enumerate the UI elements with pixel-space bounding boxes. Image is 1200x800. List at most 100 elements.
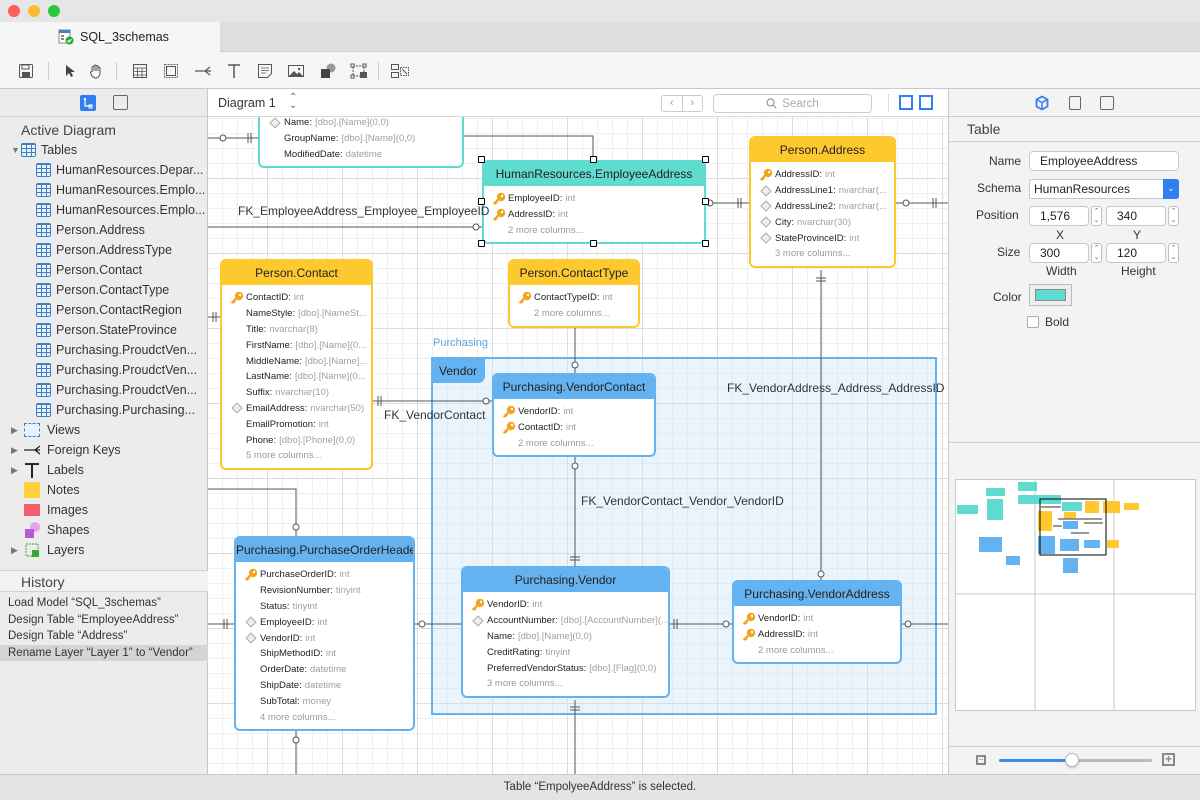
disclosure-triangle-icon[interactable]: ▶: [11, 545, 21, 556]
pointer-icon[interactable]: [60, 61, 80, 81]
more-columns-link[interactable]: 3 more columns...: [751, 246, 894, 262]
entity-column[interactable]: LastName: [dbo].[Name](0...: [222, 369, 371, 385]
entity-column[interactable]: ShipDate: datetime: [236, 678, 413, 694]
entity-table[interactable]: Purchasing.PurchaseOrderHeader PurchaseOr…: [234, 536, 415, 731]
tree-item-table[interactable]: Purchasing.ProudctVen...: [0, 340, 207, 360]
entity-column[interactable]: AccountNumber: [dbo].[AccountNumber](...: [463, 613, 668, 629]
zoom-out-icon[interactable]: −: [976, 755, 986, 765]
resize-handle[interactable]: [702, 198, 709, 205]
disclosure-triangle-open-icon[interactable]: ▼: [11, 145, 21, 155]
more-columns-link[interactable]: 2 more columns...: [494, 436, 654, 452]
tree-item-table[interactable]: Person.AddressType: [0, 240, 207, 260]
tree-item-table[interactable]: HumanResources.Emplo...: [0, 180, 207, 200]
resize-handle[interactable]: [590, 156, 597, 163]
toggle-left-panel-button[interactable]: [899, 95, 913, 110]
entity-column[interactable]: NameStyle: [dbo].[NameSt...: [222, 306, 371, 322]
entity-column[interactable]: VendorID: int: [463, 597, 668, 613]
entity-column[interactable]: VendorID: int: [236, 630, 413, 646]
shape-icon[interactable]: [318, 61, 338, 81]
diagram-canvas[interactable]: Vendor Purchasing Name: [dbo].[Name](0,0…: [208, 117, 948, 774]
image-icon[interactable]: [286, 61, 306, 81]
color-well[interactable]: [1029, 284, 1072, 306]
tree-item-table[interactable]: Person.StateProvince: [0, 320, 207, 340]
tree-group-images[interactable]: Images: [0, 500, 207, 520]
more-columns-link[interactable]: 3 more columns...: [463, 676, 668, 692]
entity-column[interactable]: Name: [dbo].[Name](0,0): [260, 117, 462, 131]
position-x-stepper[interactable]: ⌃ ⌄: [1091, 206, 1102, 226]
history-item[interactable]: Load Model “SQL_3schemas”: [0, 595, 208, 612]
diagram-navigator-tab-icon[interactable]: [80, 95, 96, 111]
diagram-inspector-tab-icon[interactable]: [1069, 96, 1081, 110]
entity-table[interactable]: Person.Address AddressID: int AddressLine1:…: [749, 136, 896, 268]
entity-table[interactable]: Name: [dbo].[Name](0,0) GroupName: [dbo].[N…: [258, 117, 464, 169]
tree-group-shapes[interactable]: Shapes: [0, 520, 207, 540]
more-columns-link[interactable]: 2 more columns...: [484, 223, 704, 239]
bold-checkbox[interactable]: [1027, 316, 1039, 328]
diagram-selector[interactable]: Diagram 1: [218, 96, 276, 110]
fk-label[interactable]: FK_EmployeeAddress_Employee_EmployeeID: [238, 204, 489, 218]
entity-column[interactable]: RevisionNumber: tinyint: [236, 583, 413, 599]
resize-handle[interactable]: [478, 198, 485, 205]
entity-table[interactable]: Person.ContactType ContactTypeID: int 2 mor…: [508, 259, 640, 328]
tree-group-layers[interactable]: ▶ Layers: [0, 540, 207, 560]
entity-column[interactable]: FirstName: [dbo].[Name](0...: [222, 337, 371, 353]
entity-column[interactable]: EmployeeID: int: [236, 614, 413, 630]
forward-button[interactable]: ›: [683, 96, 703, 111]
tree-item-table[interactable]: Purchasing.ProudctVen...: [0, 360, 207, 380]
entity-column[interactable]: Phone: [dbo].[Phone](0,0): [222, 432, 371, 448]
height-stepper[interactable]: ⌃ ⌄: [1168, 243, 1179, 263]
disclosure-triangle-icon[interactable]: ▶: [11, 465, 21, 476]
history-item[interactable]: Design Table “Address”: [0, 628, 208, 645]
entity-table[interactable]: HumanResources.EmployeeAddress EmployeeID…: [482, 160, 706, 245]
entity-column[interactable]: ShipMethodID: int: [236, 646, 413, 662]
toggle-right-panel-button[interactable]: [919, 95, 933, 110]
resize-handle[interactable]: [478, 156, 485, 163]
entity-column[interactable]: AddressLine2: nvarchar(...: [751, 199, 894, 215]
tree-item-table[interactable]: Person.Address: [0, 220, 207, 240]
save-icon[interactable]: [16, 61, 36, 81]
entity-column[interactable]: MiddleName: [dbo].[Name]...: [222, 353, 371, 369]
zoom-slider[interactable]: [999, 753, 1152, 767]
entity-column[interactable]: EmailAddress: nvarchar(50): [222, 401, 371, 417]
fk-label[interactable]: FK_VendorContact: [384, 408, 485, 422]
view-icon[interactable]: [161, 61, 181, 81]
disclosure-triangle-icon[interactable]: ▶: [11, 445, 21, 456]
entity-column[interactable]: SubTotal: money: [236, 693, 413, 709]
label-icon[interactable]: [224, 61, 244, 81]
note-icon[interactable]: [255, 61, 275, 81]
entity-column[interactable]: Name: [dbo].[Name](0,0): [463, 629, 668, 645]
diagram-selector-chevron-icon[interactable]: ⌃ ⌄: [289, 93, 297, 111]
position-x-field[interactable]: 1,576: [1029, 206, 1089, 226]
table-inspector-tab-icon[interactable]: [1034, 95, 1050, 111]
tree-group-notes[interactable]: Notes: [0, 480, 207, 500]
close-window-button[interactable]: [8, 5, 20, 17]
position-y-stepper[interactable]: ⌃ ⌄: [1168, 206, 1179, 226]
schema-select[interactable]: HumanResources ⌄: [1029, 179, 1179, 199]
zoom-window-button[interactable]: [48, 5, 60, 17]
document-tab[interactable]: SQL_3schemas: [0, 22, 220, 52]
entity-column[interactable]: ModifiedDate: datetime: [260, 147, 462, 163]
entity-column[interactable]: VendorID: int: [494, 404, 654, 420]
entity-column[interactable]: Status: tinyint: [236, 599, 413, 615]
entity-column[interactable]: PreferredVendorStatus: [dbo].[Flag](0,0): [463, 660, 668, 676]
model-navigator-tab-icon[interactable]: [113, 95, 128, 110]
entity-column[interactable]: Suffix: nvarchar(10): [222, 385, 371, 401]
entity-column[interactable]: EmailPromotion: int: [222, 416, 371, 432]
name-field[interactable]: EmployeeAddress: [1029, 151, 1179, 171]
tree-group-views[interactable]: ▶ Views: [0, 420, 207, 440]
entity-column[interactable]: OrderDate: datetime: [236, 662, 413, 678]
entity-column[interactable]: PurchaseOrderID: int: [236, 567, 413, 583]
tree-item-table[interactable]: HumanResources.Emplo...: [0, 200, 207, 220]
entity-column[interactable]: CreditRating: tinyint: [463, 644, 668, 660]
tree-item-table[interactable]: Purchasing.ProudctVen...: [0, 380, 207, 400]
fk-label[interactable]: FK_VendorAddress_Address_AddressID: [727, 381, 944, 395]
disclosure-triangle-icon[interactable]: ▶: [11, 425, 21, 436]
resize-handle[interactable]: [702, 240, 709, 247]
entity-column[interactable]: AddressID: int: [484, 207, 704, 223]
entity-table[interactable]: Purchasing.VendorContact VendorID: int Cont…: [492, 373, 656, 458]
tree-group-labels[interactable]: ▶ Labels: [0, 460, 207, 480]
tree-group-tables[interactable]: ▼ Tables: [0, 140, 207, 160]
entity-column[interactable]: StateProvinceID: int: [751, 230, 894, 246]
history-item[interactable]: Design Table “EmployeeAddress”: [0, 612, 208, 629]
entity-column[interactable]: City: nvarchar(30): [751, 214, 894, 230]
